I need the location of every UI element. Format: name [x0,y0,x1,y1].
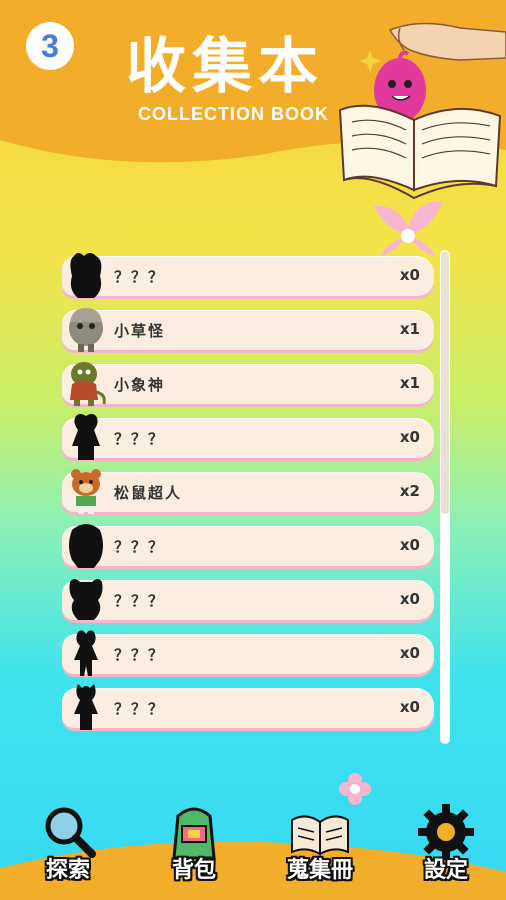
level-badge: 3 [26,22,74,70]
item-count: x0 [399,536,420,554]
item-count: x1 [399,374,420,392]
unknown-silhouette-icon [70,253,102,298]
item-count: x1 [399,320,420,338]
item-count: x2 [399,482,420,500]
item-name: ？？？ [114,700,166,718]
item-name: 小草怪 [114,322,166,340]
page-subtitle: COLLECTION BOOK [138,104,329,124]
page-title: 收集本 [126,32,324,102]
squirrel-hero-icon [71,469,101,514]
collection-item[interactable]: ？？？ x0 [58,522,438,568]
collection-list[interactable]: ？？？ x0 小草怪 x1 小象神 x1 ？？？ x0 松鼠超人 x2 ？？？ … [58,246,448,746]
item-count: x0 [399,266,420,284]
hero-book-monster-illustration [338,22,506,200]
unknown-silhouette-icon [69,579,103,620]
item-name: 松鼠超人 [114,484,183,502]
nav-explore-label: 探索 [45,858,90,883]
item-name: 小象神 [114,376,166,394]
nav-collection-button[interactable]: 蒐集冊 [270,800,370,890]
nav-collection-label: 蒐集冊 [286,858,353,883]
nav-settings-label: 設定 [423,858,468,883]
nav-settings-button[interactable]: 設定 [396,800,496,890]
collection-item[interactable]: ？？？ x0 [58,576,438,622]
item-name: ？？？ [114,592,166,610]
collection-item[interactable]: 小草怪 x1 [58,306,438,352]
item-count: x0 [399,428,420,446]
unknown-silhouette-icon [74,684,98,730]
unknown-silhouette-icon [72,414,100,460]
item-name: ？？？ [114,430,166,448]
collection-item[interactable]: ？？？ x0 [58,414,438,460]
item-count: x0 [399,644,420,662]
item-count: x0 [399,698,420,716]
collection-item[interactable]: 松鼠超人 x2 [58,468,438,514]
grass-monster-icon [69,308,103,352]
nav-backpack-button[interactable]: 背包 [144,800,244,890]
collection-item[interactable]: 小象神 x1 [58,360,438,406]
nav-explore-button[interactable]: 探索 [18,800,118,890]
collection-item[interactable]: ？？？ x0 [58,684,438,730]
elephant-god-icon [70,362,106,406]
item-name: ？？？ [114,646,166,664]
collection-item[interactable]: ？？？ x0 [58,630,438,676]
unknown-silhouette-icon [74,630,98,676]
unknown-silhouette-icon [69,524,103,568]
nav-backpack-label: 背包 [171,858,216,883]
collection-item[interactable]: ？？？ x0 [58,252,438,298]
item-name: ？？？ [114,538,166,556]
item-count: x0 [399,590,420,608]
item-name: ？？？ [114,268,166,286]
